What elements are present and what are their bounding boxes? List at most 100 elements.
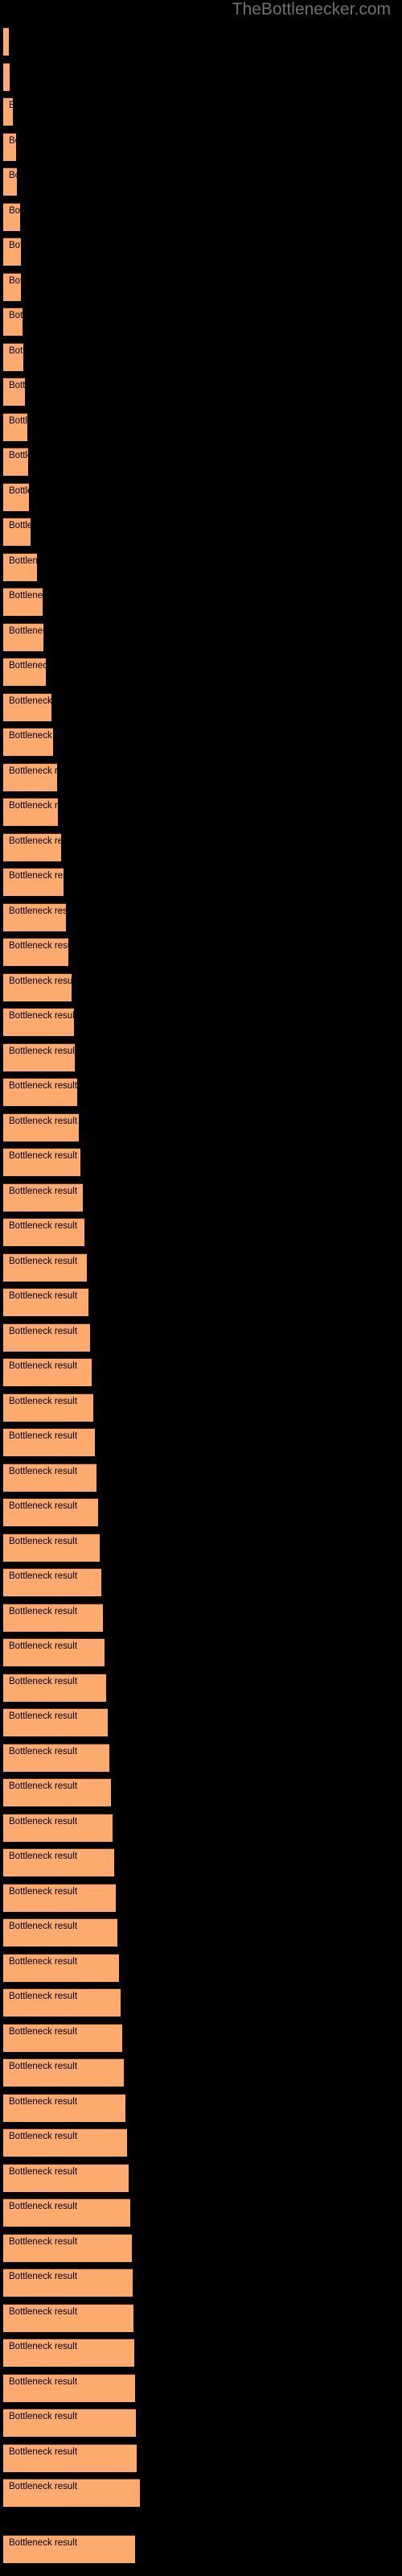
bar-label-clip: Bottleneck result (3, 1744, 109, 1772)
bar-label-clip: Bottleneck result (3, 308, 23, 336)
bar-label-clip: Bottleneck result (3, 1463, 96, 1492)
bar-value-label: Bottleneck result (9, 1151, 78, 1161)
bar-value-label: Bottleneck result (9, 2307, 78, 2317)
bar-label-clip: Bottleneck result (3, 1218, 84, 1246)
bar-value-label: Bottleneck result (9, 661, 46, 671)
bar-value-label: Bottleneck result (9, 1852, 78, 1861)
bar-label-clip: Bottleneck result (3, 27, 9, 56)
bar-label-clip: Bottleneck result (3, 2024, 122, 2052)
bar-label-clip: Bottleneck result (3, 833, 61, 861)
bar-label-clip: Bottleneck result (3, 237, 21, 266)
bar-value-label: Bottleneck result (9, 276, 21, 286)
bar-label-clip: Bottleneck result (3, 938, 68, 966)
bar-label-clip: Bottleneck result (3, 1358, 92, 1386)
bar-value-label: Bottleneck result (9, 2272, 78, 2281)
bar-value-label: Bottleneck result (9, 136, 16, 146)
bar-value-label: Bottleneck result (9, 1607, 78, 1616)
bar-label-clip: Bottleneck result (3, 2535, 135, 2563)
bar-value-label: Bottleneck result (9, 1641, 78, 1651)
bar-label-clip: Bottleneck result (3, 2479, 140, 2507)
bar-label-clip: Bottleneck result (3, 378, 25, 406)
bar-value-label: Bottleneck result (9, 1431, 78, 1441)
bar-label-clip: Bottleneck result (3, 658, 46, 686)
bar-label-clip: Bottleneck result (3, 1148, 80, 1176)
bar-value-label: Bottleneck result (9, 521, 31, 530)
bar-value-label: Bottleneck result (9, 101, 13, 110)
bar-value-label: Bottleneck result (9, 1117, 78, 1126)
bar-label-clip: Bottleneck result (3, 553, 37, 581)
bar-value-label: Bottleneck result (9, 1537, 78, 1546)
bar-label-clip: Bottleneck result (3, 133, 16, 161)
bar-label-clip: Bottleneck result (3, 1988, 121, 2017)
bar-label-clip: Bottleneck result (3, 1778, 111, 1806)
bar-value-label: Bottleneck result (9, 556, 37, 566)
bar-value-label: Bottleneck result (9, 206, 20, 216)
bar-value-label: Bottleneck result (9, 1501, 78, 1511)
bar-value-label: Bottleneck result (9, 1711, 78, 1721)
bar-value-label: Bottleneck result (9, 171, 17, 180)
bar-value-label: Bottleneck result (9, 1747, 78, 1757)
bar-label-clip: Bottleneck result (3, 1428, 95, 1456)
bar-label-clip: Bottleneck result (3, 1638, 105, 1666)
bar-value-label: Bottleneck result (9, 1081, 77, 1091)
bar-value-label: Bottleneck result (9, 801, 58, 811)
bar-value-label: Bottleneck result (9, 976, 72, 986)
bar-label-clip: Bottleneck result (3, 1814, 113, 1842)
bar-value-label: Bottleneck result (9, 1922, 78, 1931)
bar-label-clip: Bottleneck result (3, 1534, 100, 1562)
bar-label-clip: Bottleneck result (3, 2409, 136, 2437)
bar-label-clip: Bottleneck result (3, 1954, 119, 1982)
bar-label-clip: Bottleneck result (3, 1498, 98, 1526)
bar-label-clip: Bottleneck result (3, 273, 21, 301)
bar-value-label: Bottleneck result (9, 2342, 78, 2351)
bar-label-clip: Bottleneck result (3, 1393, 93, 1422)
bar-value-label: Bottleneck result (9, 1957, 78, 1967)
bar-value-label: Bottleneck result (9, 1677, 78, 1686)
bar-value-label: Bottleneck result (9, 311, 23, 320)
bar-label-clip: Bottleneck result (3, 1708, 108, 1736)
bar-label-clip: Bottleneck result (3, 518, 31, 546)
bar-value-label: Bottleneck result (9, 2412, 78, 2421)
bar-label-clip: Bottleneck result (3, 2268, 133, 2297)
bar-label-clip: Bottleneck result (3, 1288, 88, 1316)
bar-label-clip: Bottleneck result (3, 2374, 135, 2402)
bar-value-label: Bottleneck result (9, 451, 28, 460)
bar-value-label: Bottleneck result (9, 906, 66, 916)
bar-label-clip: Bottleneck result (3, 623, 43, 651)
bar-label-clip: Bottleneck result (3, 1253, 87, 1282)
bar-value-label: Bottleneck result (9, 2237, 78, 2247)
bar-value-label: Bottleneck result (9, 1361, 78, 1371)
bar-label-clip: Bottleneck result (3, 63, 10, 91)
bar-value-label: Bottleneck result (9, 2202, 78, 2211)
bar-label-clip: Bottleneck result (3, 343, 23, 371)
bar-label-clip: Bottleneck result (3, 1323, 90, 1352)
bar-value-label: Bottleneck result (9, 2538, 78, 2548)
bar-value-label: Bottleneck result (9, 626, 43, 636)
bottleneck-bar-chart: TheBottlenecker.com Bottleneck result Bot… (0, 0, 402, 2576)
bar-value-label: Bottleneck result (9, 1046, 75, 1056)
bar-value-label: Bottleneck result (9, 1257, 78, 1266)
bar-value-label: Bottleneck result (9, 591, 43, 601)
bar-value-label: Bottleneck result (9, 2377, 78, 2387)
bar-label-clip: Bottleneck result (3, 1078, 77, 1106)
bar-label-clip: Bottleneck result (3, 1008, 74, 1036)
bar-value-label: Bottleneck result (9, 2167, 78, 2177)
bar-label-clip: Bottleneck result (3, 448, 28, 476)
bar-value-label: Bottleneck result (9, 1187, 78, 1196)
bar-label-clip: Bottleneck result (3, 2198, 130, 2227)
bar-label-clip: Bottleneck result (3, 2339, 134, 2367)
bar-label-clip: Bottleneck result (3, 868, 64, 896)
bar-label-clip: Bottleneck result (3, 2234, 132, 2262)
bar-value-label: Bottleneck result (9, 1887, 78, 1897)
bar-label-clip: Bottleneck result (3, 2094, 125, 2122)
bar-label-clip: Bottleneck result (3, 1918, 117, 1946)
bar-label-clip: Bottleneck result (3, 798, 58, 826)
bar-label-clip: Bottleneck result (3, 1604, 103, 1632)
bar-value-label: Bottleneck result (9, 696, 51, 706)
bar-label-clip: Bottleneck result (3, 1568, 101, 1596)
bar-value-label: Bottleneck result (9, 1467, 78, 1476)
bar-value-label: Bottleneck result (9, 1992, 78, 2001)
bar-value-label: Bottleneck result (9, 2027, 78, 2037)
bar-label-clip: Bottleneck result (3, 1848, 114, 1876)
bar-label-clip: Bottleneck result (3, 167, 17, 196)
